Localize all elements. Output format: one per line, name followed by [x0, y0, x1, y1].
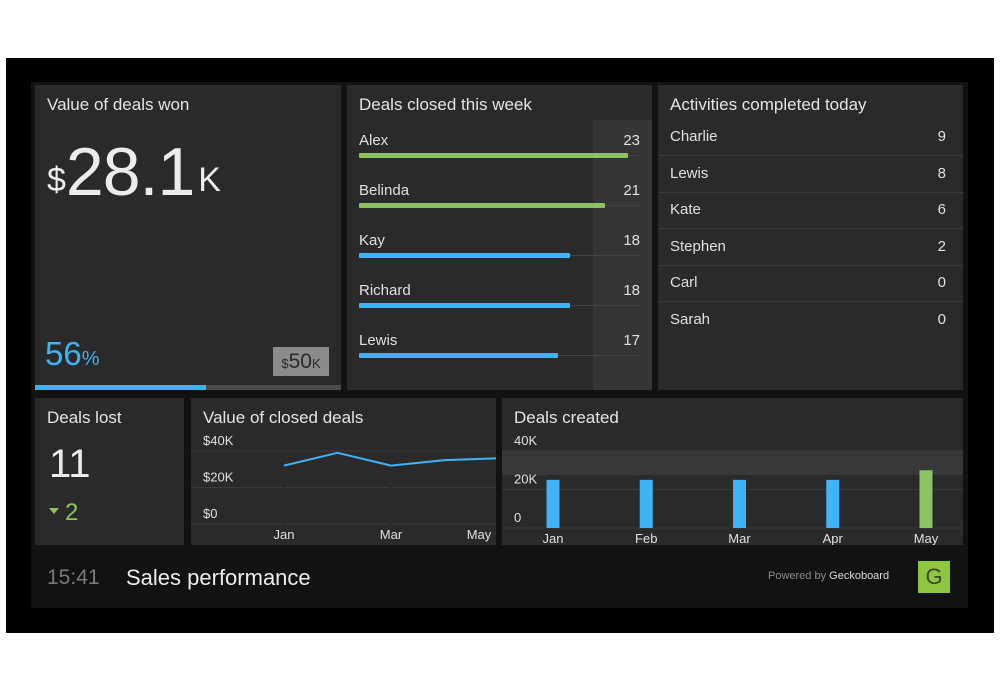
activity-count: 0	[937, 310, 946, 328]
leaderboard-row: Alex 23	[359, 132, 640, 182]
triangle-down-icon	[49, 508, 59, 514]
bar-may	[919, 470, 933, 528]
activity-count: 9	[937, 128, 946, 145]
activity-name: Sarah	[670, 310, 711, 328]
leaderboard-value: 23	[623, 132, 640, 149]
x-tick-label: May	[467, 527, 492, 542]
y-tick-label: 0	[514, 510, 521, 525]
deals-lost-value: 11	[49, 442, 91, 486]
leaderboard-value: 18	[623, 232, 640, 249]
y-tick-label: $0	[203, 506, 217, 521]
activity-count: 0	[937, 274, 946, 291]
bar-mar	[733, 479, 746, 528]
geckoboard-logo-icon[interactable]: G	[918, 561, 950, 593]
leaderboard-name: Lewis	[359, 332, 398, 349]
activity-row: Lewis 8	[658, 157, 963, 193]
y-tick-label: $20K	[203, 470, 234, 485]
activity-name: Carl	[670, 274, 698, 291]
deals-lost-delta: 2	[49, 499, 78, 527]
leaderboard-value: 18	[623, 282, 640, 299]
leaderboard-row: Kay 18	[359, 232, 640, 282]
goal-currency: $	[281, 356, 289, 371]
activity-row: Carl 0	[658, 266, 963, 302]
widget-deals-lost: Deals lost 11 2	[35, 398, 184, 545]
percent-symbol: %	[81, 348, 100, 370]
y-tick-label: $40K	[203, 433, 234, 448]
dashboard-footer: 15:41 Sales performance Powered by Gecko…	[31, 545, 968, 608]
leaderboard-bar	[359, 253, 570, 258]
percent-number: 56	[45, 335, 82, 372]
activity-count: 6	[937, 201, 946, 218]
activity-row: Stephen 2	[658, 230, 963, 266]
leaderboard-name: Alex	[359, 132, 389, 149]
powered-by-brand: Geckoboard	[829, 570, 890, 582]
widget-deals-closed-this-week: Deals closed this week Alex 23 Belinda 21 Ka…	[347, 85, 652, 390]
line-chart: $0 $20K $40K Jan Mar May	[191, 433, 496, 542]
widget-value-of-deals-won: Value of deals won $28.1 K 56% $50K	[35, 85, 341, 390]
leaderboard-bar	[359, 153, 628, 158]
activity-row: Sarah 0	[658, 303, 963, 339]
dashboard-title: Sales performance	[126, 565, 311, 590]
x-tick-label: Feb	[635, 531, 657, 545]
currency-symbol: $	[47, 161, 66, 199]
x-tick-label: Mar	[728, 531, 751, 545]
leaderboard-bar	[359, 353, 558, 358]
powered-by-link[interactable]: Powered by Geckoboard	[768, 570, 889, 582]
goal-suffix: K	[311, 356, 321, 371]
x-tick-label: Mar	[380, 527, 403, 542]
goal-progress-track	[35, 385, 341, 390]
activity-row: Charlie 9	[658, 120, 963, 156]
leaderboard-name: Richard	[359, 282, 411, 299]
bar-apr	[826, 479, 840, 528]
activity-name: Kate	[670, 201, 701, 218]
activity-name: Lewis	[670, 164, 709, 182]
goal-progress-fill	[35, 385, 207, 390]
widget-deals-created: Deals created 0 20K 40K Jan Feb Mar Apr May	[502, 398, 963, 545]
leaderboard-row: Lewis 17	[359, 332, 640, 382]
dashboard: Value of deals won $28.1 K 56% $50K Deals…	[31, 82, 968, 608]
activity-count: 8	[937, 164, 946, 182]
widget-title: Deals lost	[47, 408, 122, 427]
x-tick-label: Apr	[823, 531, 844, 545]
widget-title: Value of deals won	[47, 95, 190, 114]
deals-won-value: $28.1 K	[47, 133, 221, 211]
leaderboard-bar	[359, 203, 605, 208]
y-tick-label: 40K	[514, 433, 537, 448]
leaderboard-row: Richard 18	[359, 282, 640, 332]
leaderboard-value: 21	[623, 182, 640, 199]
bar-chart: 0 20K 40K Jan Feb Mar Apr May	[502, 433, 963, 545]
clock-time: 15:41	[47, 566, 100, 589]
leaderboard-value: 17	[623, 332, 640, 349]
x-tick-label: May	[914, 531, 939, 545]
x-tick-label: Jan	[543, 531, 564, 545]
x-tick-label: Jan	[274, 527, 295, 542]
goal-percentage: 56%	[45, 335, 100, 373]
widget-title: Activities completed today	[670, 95, 867, 114]
activity-name: Charlie	[670, 128, 718, 145]
leaderboard-name: Belinda	[359, 182, 410, 199]
activity-row: Kate 6	[658, 193, 963, 229]
value-suffix: K	[198, 161, 221, 199]
goal-number: 50	[288, 350, 312, 373]
bar-jan	[546, 479, 560, 528]
value-number: 28.1	[65, 134, 195, 210]
activity-name: Stephen	[670, 237, 726, 255]
leaderboard-name: Kay	[359, 232, 385, 249]
leaderboard-row: Belinda 21	[359, 182, 640, 232]
widget-value-of-closed-deals: Value of closed deals $0 $20K $40K Jan Mar Ma…	[191, 398, 496, 545]
widget-activities-completed-today: Activities completed today Charlie 9 Lewis…	[658, 85, 963, 390]
leaderboard-bar	[359, 303, 570, 308]
y-tick-label: 20K	[514, 472, 537, 487]
powered-by-prefix: Powered by	[768, 570, 830, 582]
delta-value: 2	[65, 499, 79, 526]
bar-feb	[639, 479, 653, 528]
target-band	[502, 451, 963, 476]
activity-count: 2	[937, 237, 946, 255]
widget-title: Deals closed this week	[359, 95, 532, 114]
goal-badge: $50K	[273, 347, 329, 376]
